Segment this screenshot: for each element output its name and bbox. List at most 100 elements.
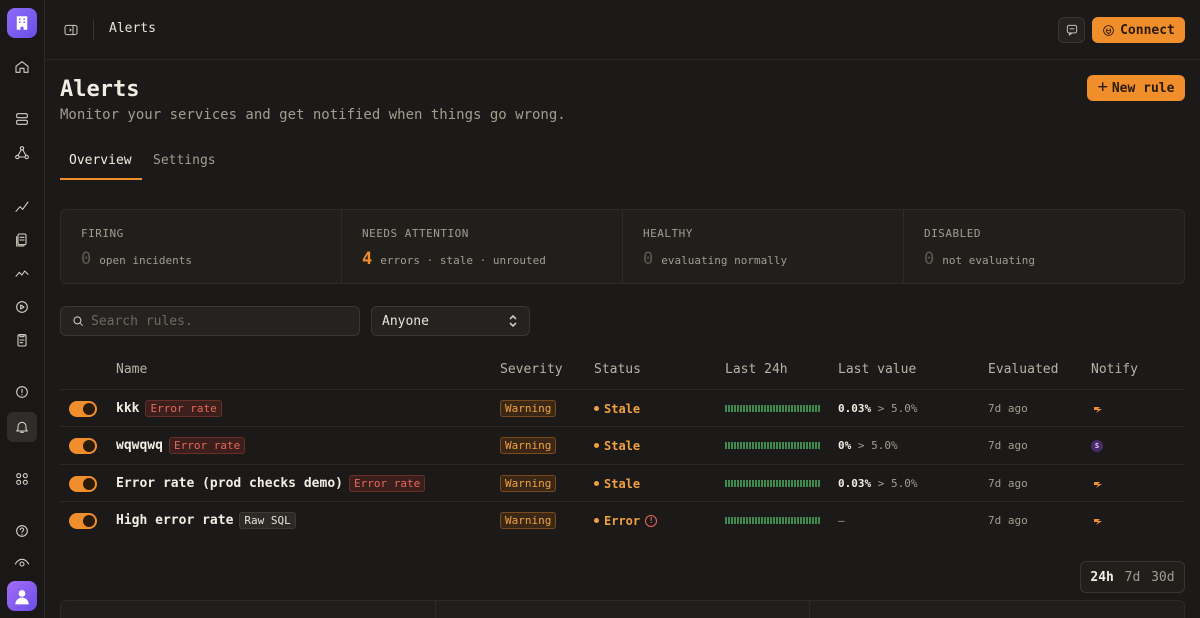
stat-needs-attention[interactable]: NEEDS ATTENTION 4 errors · stale · unrou… — [342, 210, 623, 283]
owner-select[interactable]: Anyone — [371, 306, 530, 336]
rule-name[interactable]: wqwqwq — [116, 438, 163, 453]
nav-servers[interactable] — [10, 107, 34, 131]
sparkline-bar — [776, 517, 778, 524]
sparkline-bar — [815, 405, 817, 412]
rule-name[interactable]: Error rate (prod checks demo) — [116, 476, 343, 491]
nav-privacy[interactable] — [10, 552, 34, 576]
nav-incidents[interactable] — [10, 380, 34, 404]
nav-traces[interactable] — [10, 194, 34, 218]
grid-icon — [16, 473, 28, 485]
sparkline-bar — [746, 480, 748, 487]
status-text: Stale — [604, 476, 641, 491]
sparkline-bar — [794, 442, 796, 449]
sparkline-bar — [812, 405, 814, 412]
user-icon — [15, 590, 29, 605]
nav-alerts[interactable] — [7, 412, 37, 442]
enable-toggle[interactable] — [69, 437, 97, 454]
user-avatar[interactable] — [7, 581, 37, 611]
column-header-last24h[interactable]: Last 24h — [725, 362, 788, 377]
column-header-severity[interactable]: Severity — [500, 362, 563, 377]
column-header-name[interactable]: Name — [116, 362, 147, 377]
enable-toggle[interactable] — [69, 400, 97, 417]
sparkline-bar — [773, 480, 775, 487]
tab-overview[interactable]: Overview — [69, 153, 132, 168]
bell-icon — [16, 421, 28, 433]
table-row[interactable]: kkk Error rate Warning Stale 0.03% > 5.0… — [60, 389, 1185, 426]
destination-icon[interactable] — [1093, 479, 1103, 489]
stat-disabled[interactable]: DISABLED 0 not evaluating — [904, 210, 1184, 283]
sparkline-bar — [728, 517, 730, 524]
sparkline-bar — [740, 517, 742, 524]
sparkline-bar — [794, 405, 796, 412]
sparkline-bar — [818, 405, 820, 412]
nav-sessions[interactable] — [10, 295, 34, 319]
nav-integrations[interactable] — [10, 467, 34, 491]
nav-home[interactable] — [10, 55, 34, 79]
sparkline-bar — [767, 405, 769, 412]
destination-icon[interactable] — [1093, 404, 1103, 414]
nav-metrics[interactable] — [10, 261, 34, 285]
table-row[interactable]: Error rate (prod checks demo) Error rate… — [60, 464, 1185, 501]
stat-healthy[interactable]: HEALTHY 0 evaluating normally — [623, 210, 904, 283]
tab-settings[interactable]: Settings — [153, 153, 216, 168]
sparkline-bar — [791, 480, 793, 487]
sparkline-bar — [749, 517, 751, 524]
plus-icon: + — [1097, 77, 1108, 97]
sparkline-bar — [803, 405, 805, 412]
enable-toggle[interactable] — [69, 512, 97, 529]
sidebar-toggle-button[interactable] — [62, 21, 80, 39]
range-option-30d[interactable]: 30d — [1151, 570, 1174, 585]
sparkline-bar — [746, 405, 748, 412]
feedback-button[interactable] — [1058, 17, 1085, 43]
sparkline-bar — [728, 480, 730, 487]
rule-name[interactable]: kkk — [116, 401, 139, 416]
sparkline-bar — [740, 480, 742, 487]
app-logo[interactable] — [7, 8, 37, 38]
new-rule-button[interactable]: + New rule — [1087, 75, 1185, 101]
replay-icon — [16, 301, 28, 313]
search-box[interactable] — [60, 306, 360, 336]
sparkline-bar — [743, 442, 745, 449]
table-row[interactable]: wqwqwq Error rate Warning Stale 0% > 5.0… — [60, 426, 1185, 463]
column-header-evaluated[interactable]: Evaluated — [988, 362, 1058, 377]
sparkline-bar — [782, 480, 784, 487]
sparkline-bar — [755, 517, 757, 524]
sparkline-bar — [770, 480, 772, 487]
sparkline-bar — [809, 480, 811, 487]
sparkline-bar — [806, 442, 808, 449]
chart-panel — [810, 601, 1184, 618]
search-icon — [73, 316, 84, 327]
connect-button[interactable]: Connect — [1092, 17, 1185, 43]
column-header-status[interactable]: Status — [594, 362, 641, 377]
sparkline-bar — [758, 442, 760, 449]
slack-badge[interactable]: S — [1091, 439, 1103, 452]
column-header-last-value[interactable]: Last value — [838, 362, 916, 377]
sparkline-bar — [815, 517, 817, 524]
stat-label: DISABLED — [924, 227, 981, 240]
last-value: — — [838, 514, 845, 527]
stat-desc: errors · stale · unrouted — [380, 254, 546, 267]
sparkline-bar — [752, 480, 754, 487]
rule-type-tag: Error rate — [348, 475, 426, 492]
stat-value: 0 — [643, 249, 654, 269]
error-info-icon[interactable]: ! — [645, 514, 658, 527]
nav-help[interactable] — [10, 519, 34, 543]
destination-icon[interactable] — [1093, 516, 1103, 526]
sparkline-bar — [785, 405, 787, 412]
enable-toggle[interactable] — [69, 475, 97, 492]
rule-type-tag: Raw SQL — [239, 512, 296, 529]
rule-name[interactable]: High error rate — [116, 513, 233, 528]
search-input[interactable] — [91, 313, 341, 329]
nav-logs[interactable] — [10, 228, 34, 252]
nav-checks[interactable] — [10, 328, 34, 352]
range-option-7d[interactable]: 7d — [1125, 570, 1141, 585]
nav-topology[interactable] — [10, 141, 34, 165]
column-header-notify[interactable]: Notify — [1091, 362, 1138, 377]
stat-firing[interactable]: FIRING 0 open incidents — [61, 210, 342, 283]
sparkline-bar — [743, 480, 745, 487]
sparkline-bar — [815, 480, 817, 487]
table-row[interactable]: High error rate Raw SQL Warning Error! —… — [60, 501, 1185, 538]
severity-badge: Warning — [500, 437, 557, 454]
range-option-24h[interactable]: 24h — [1090, 570, 1113, 585]
sparkline-bar — [746, 517, 748, 524]
